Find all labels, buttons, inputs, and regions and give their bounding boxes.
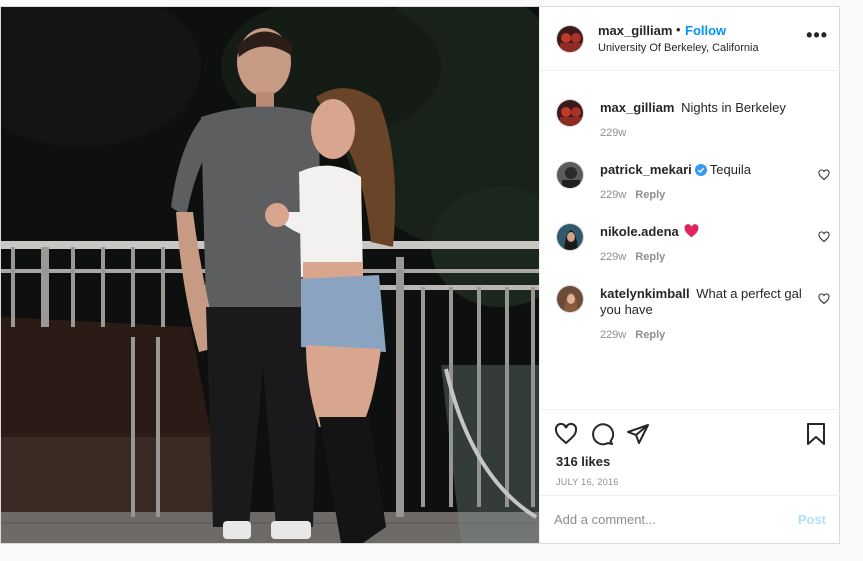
separator-dot: •: [676, 22, 681, 37]
comment-text: katelynkimball What a perfect gal you ha…: [600, 286, 805, 318]
comment-username[interactable]: nikole.adena: [600, 224, 679, 239]
heart-outline-icon[interactable]: [554, 422, 578, 446]
comment-body: Nights in Berkeley: [681, 100, 786, 115]
post-photo[interactable]: [1, 7, 539, 543]
reply-button[interactable]: Reply: [635, 189, 665, 201]
post-location[interactable]: University Of Berkeley, California: [598, 42, 759, 54]
follow-button[interactable]: Follow: [685, 23, 726, 38]
comment-username[interactable]: katelynkimball: [600, 286, 690, 301]
like-comment-heart-icon[interactable]: [818, 231, 830, 243]
author-username[interactable]: max_gilliam: [598, 23, 672, 38]
reply-button[interactable]: Reply: [635, 329, 665, 341]
likes-count[interactable]: 316 likes: [556, 454, 610, 469]
comment-username[interactable]: patrick_mekari: [600, 162, 692, 177]
comment-meta: 229w Reply: [600, 329, 665, 341]
add-comment-input[interactable]: [554, 508, 774, 530]
comment-meta: 229w Reply: [600, 189, 665, 201]
commenter-avatar[interactable]: [556, 285, 584, 313]
comment-text: patrick_mekari Tequila: [600, 162, 805, 178]
comment-body: Tequila: [709, 162, 751, 177]
comment-username[interactable]: max_gilliam: [600, 100, 674, 115]
comment-meta: 229w: [600, 127, 626, 139]
commenter-avatar[interactable]: [556, 161, 584, 189]
comments-list: max_gilliam Nights in Berkeley 229w patr…: [540, 71, 840, 409]
post-header: max_gilliam • Follow University Of Berke…: [540, 7, 840, 71]
like-comment-heart-icon[interactable]: [818, 293, 830, 305]
post-card: max_gilliam • Follow University Of Berke…: [0, 6, 840, 544]
comment-text: nikole.adena: [600, 224, 805, 240]
post-date[interactable]: JULY 16, 2016: [556, 477, 619, 487]
commenter-avatar[interactable]: [556, 223, 584, 251]
comment-meta: 229w Reply: [600, 251, 665, 263]
red-heart-emoji-icon: [684, 224, 699, 238]
verified-badge-icon: [694, 164, 707, 176]
speech-bubble-icon[interactable]: [590, 422, 614, 446]
comment-age[interactable]: 229w: [600, 329, 626, 341]
couple-photo: [1, 7, 539, 543]
caption-text: max_gilliam Nights in Berkeley: [600, 100, 805, 116]
more-options-icon[interactable]: •••: [806, 25, 828, 46]
add-comment-bar: Post: [540, 495, 840, 543]
comment-age[interactable]: 229w: [600, 189, 626, 201]
post-comment-button[interactable]: Post: [798, 512, 826, 527]
post-side-panel: max_gilliam • Follow University Of Berke…: [539, 7, 840, 543]
post-actions: 316 likes JULY 16, 2016: [540, 409, 840, 495]
like-comment-heart-icon[interactable]: [818, 169, 830, 181]
comment-age[interactable]: 229w: [600, 251, 626, 263]
bookmark-icon[interactable]: [804, 422, 828, 446]
reply-button[interactable]: Reply: [635, 251, 665, 263]
author-avatar[interactable]: [556, 99, 584, 127]
author-avatar[interactable]: [556, 25, 584, 53]
comment-age[interactable]: 229w: [600, 127, 626, 139]
paper-plane-icon[interactable]: [626, 422, 650, 446]
